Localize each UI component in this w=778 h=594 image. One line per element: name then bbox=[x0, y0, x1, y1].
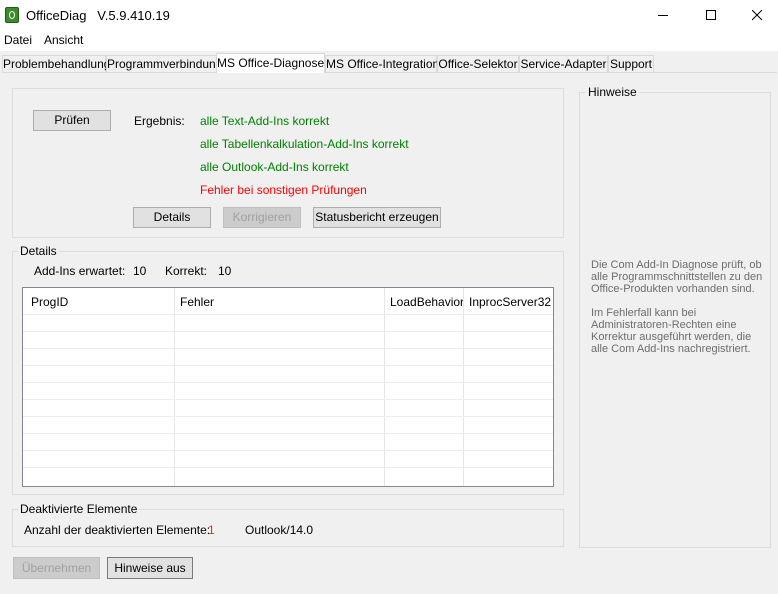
col-header-fehler[interactable]: Fehler bbox=[180, 295, 214, 309]
tab-office-selektor[interactable]: Office-Selektor bbox=[437, 55, 519, 72]
hints-text: Die Com Add-In Diagnose prüft, ob alle P… bbox=[591, 259, 771, 367]
grid-row-line bbox=[23, 450, 553, 451]
grid-row-line bbox=[23, 433, 553, 434]
grid-row-line bbox=[23, 467, 553, 468]
tab-support[interactable]: Support bbox=[608, 55, 654, 72]
expected-value: 10 bbox=[133, 264, 147, 278]
correct-value: 10 bbox=[218, 264, 232, 278]
minimize-icon bbox=[657, 15, 668, 16]
hinweise-aus-button[interactable]: Hinweise aus bbox=[107, 557, 193, 579]
grid-row-line bbox=[23, 416, 553, 417]
result-text-addins: alle Text-Add-Ins korrekt bbox=[200, 114, 330, 128]
maximize-button[interactable] bbox=[688, 0, 734, 31]
result-spreadsheet-addins: alle Tabellenkalkulation-Add-Ins korrekt bbox=[200, 137, 409, 151]
tab-problembehandlung[interactable]: Problembehandlung bbox=[2, 55, 110, 72]
hints-paragraph-2: Im Fehlerfall kann bei Administratoren-R… bbox=[591, 307, 752, 355]
details-legend: Details bbox=[18, 244, 59, 258]
close-button[interactable] bbox=[734, 0, 778, 31]
grid-column-divider bbox=[174, 288, 175, 486]
deactivated-item: Outlook/14.0 bbox=[245, 523, 314, 537]
pruefen-button[interactable]: Prüfen bbox=[33, 110, 111, 131]
app-logo-icon bbox=[5, 7, 19, 23]
grid-row-line bbox=[23, 365, 553, 366]
col-header-inprocserver32[interactable]: InprocServer32 bbox=[469, 295, 551, 309]
tab-ms-office-integration[interactable]: MS Office-Integration bbox=[325, 55, 439, 72]
grid-row-line bbox=[23, 382, 553, 383]
grid-row-line bbox=[23, 348, 553, 349]
window-title: OfficeDiag V.5.9.410.19 bbox=[26, 8, 170, 23]
menu-datei[interactable]: Datei bbox=[4, 33, 32, 47]
hints-legend: Hinweise bbox=[586, 85, 639, 99]
korrigieren-button[interactable]: Korrigieren bbox=[223, 207, 301, 228]
col-header-loadbehavior[interactable]: LoadBehavior bbox=[390, 295, 464, 309]
grid-row-line bbox=[23, 314, 553, 315]
close-icon bbox=[751, 10, 762, 21]
expected-label: Add-Ins erwartet: bbox=[34, 264, 126, 278]
grid-row-line bbox=[23, 399, 553, 400]
minimize-button[interactable] bbox=[640, 0, 686, 31]
deactivated-legend: Deaktivierte Elemente bbox=[18, 502, 140, 516]
details-button[interactable]: Details bbox=[133, 207, 211, 228]
maximize-icon bbox=[705, 10, 716, 20]
uebernehmen-button[interactable]: Übernehmen bbox=[13, 557, 100, 579]
col-header-progid[interactable]: ProgID bbox=[31, 295, 68, 309]
result-outlook-addins: alle Outlook-Add-Ins korrekt bbox=[200, 160, 349, 174]
addins-grid[interactable]: ProgID Fehler LoadBehavior InprocServer3… bbox=[22, 287, 554, 487]
menu-ansicht[interactable]: Ansicht bbox=[44, 33, 83, 47]
menu-bar bbox=[0, 31, 778, 51]
hints-paragraph-1: Die Com Add-In Diagnose prüft, ob alle P… bbox=[591, 259, 763, 295]
result-label: Ergebnis: bbox=[134, 114, 185, 128]
grid-column-divider bbox=[463, 288, 464, 486]
deactivated-count-label: Anzahl der deaktivierten Elemente: bbox=[24, 523, 211, 537]
result-other-checks: Fehler bei sonstigen Prüfungen bbox=[200, 183, 367, 197]
tab-service-adapter[interactable]: Service-Adapter bbox=[519, 55, 608, 72]
correct-label: Korrekt: bbox=[165, 264, 208, 278]
tab-ms-office-diagnose[interactable]: MS Office-Diagnose bbox=[216, 53, 325, 73]
tab-programmverbindung[interactable]: Programmverbindung bbox=[106, 55, 222, 72]
deactivated-count-value: 1 bbox=[208, 523, 215, 537]
statusbericht-button[interactable]: Statusbericht erzeugen bbox=[313, 207, 441, 228]
grid-row-line bbox=[23, 331, 553, 332]
grid-column-divider bbox=[384, 288, 385, 486]
